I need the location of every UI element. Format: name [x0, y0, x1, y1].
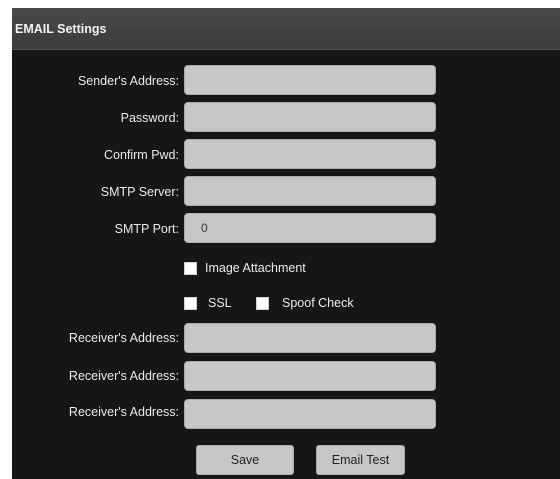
receiver-address-label-3: Receiver's Address:	[68, 405, 179, 419]
password-label: Password:	[120, 111, 179, 125]
ssl-checkbox[interactable]	[184, 297, 197, 310]
receiver-address-label-1: Receiver's Address:	[68, 331, 179, 345]
receiver-address-input-3[interactable]	[184, 399, 436, 429]
spoof-check-checkbox[interactable]	[256, 297, 269, 310]
smtp-server-input[interactable]	[184, 176, 436, 206]
sender-address-input[interactable]	[184, 65, 436, 95]
email-settings-panel: EMAIL Settings Sender's Address: Passwor…	[12, 8, 560, 479]
save-button[interactable]: Save	[196, 445, 294, 475]
confirm-pwd-input[interactable]	[184, 139, 436, 169]
ssl-label: SSL	[208, 296, 232, 310]
receiver-address-input-1[interactable]	[184, 323, 436, 353]
sender-address-label: Sender's Address:	[77, 74, 179, 88]
image-attachment-checkbox[interactable]	[184, 262, 197, 275]
confirm-pwd-label: Confirm Pwd:	[103, 148, 179, 162]
smtp-server-label: SMTP Server:	[100, 185, 179, 199]
spoof-check-label: Spoof Check	[282, 296, 354, 310]
smtp-port-input[interactable]	[184, 213, 436, 243]
panel-title: EMAIL Settings	[12, 8, 560, 50]
receiver-address-input-2[interactable]	[184, 361, 436, 391]
password-input[interactable]	[184, 102, 436, 132]
smtp-port-label: SMTP Port:	[114, 222, 179, 236]
image-attachment-label: Image Attachment	[205, 261, 306, 275]
receiver-address-label-2: Receiver's Address:	[68, 369, 179, 383]
email-test-button[interactable]: Email Test	[316, 445, 405, 475]
